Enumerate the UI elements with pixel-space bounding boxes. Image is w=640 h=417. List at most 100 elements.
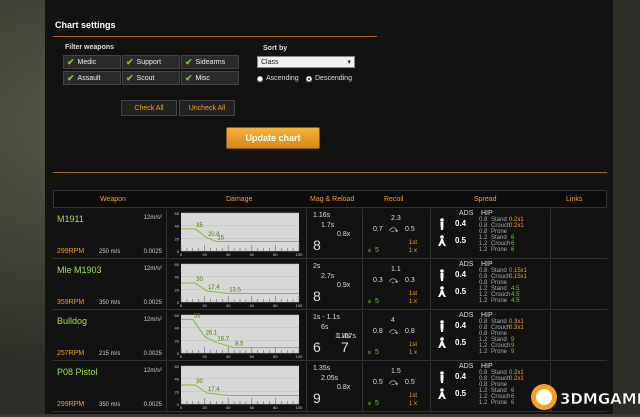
- recoil-left: 0.3: [373, 277, 383, 284]
- radio-descending[interactable]: Descending: [306, 75, 352, 82]
- spread-hip-row-extra: 4.5: [511, 298, 520, 304]
- recoil-first: 1st: [409, 240, 418, 246]
- recoil-arrows-icon: ⤼: [389, 224, 399, 234]
- chart-y-tick-label: 20: [175, 236, 180, 241]
- magazine-rounds: 8: [313, 288, 321, 304]
- spread-ads-value: 0.4: [455, 372, 467, 381]
- svg-text:3DMGAME: 3DMGAME: [560, 390, 640, 408]
- links-cell: [551, 311, 607, 361]
- recoil-right: 0.5: [405, 379, 415, 386]
- recoil-left: 0.5: [373, 379, 383, 386]
- chart-y-tick-label: 40: [175, 275, 180, 280]
- spread-hip-value: 0.5: [455, 389, 467, 398]
- chart-x-tick-label: 0: [180, 303, 183, 308]
- spread-cell: ADS HIP 0.4 0.5 0.8 Stand 0.3x1 0.8 Crouch 0.3x1 0…: [431, 311, 551, 361]
- links-cell: [551, 260, 607, 310]
- spread-hip-row-extra: 6: [511, 247, 515, 253]
- check-all-button[interactable]: Check All: [121, 100, 177, 116]
- table-row: M1911 12m/s² 299RPM 250 m/s 0.0025 60 40 20 0 0 20…: [53, 209, 607, 259]
- recoil-count: 5: [375, 400, 379, 407]
- recoil-vertical: 4: [391, 317, 395, 324]
- reload-time-1: 1.16s: [313, 212, 331, 219]
- weapon-velocity: 215 m/s: [99, 351, 121, 357]
- recoil-left: 0.8: [373, 328, 383, 335]
- damage-cell: 60 40 20 0 0 20 40 60 80 100 30 17.4: [167, 362, 307, 412]
- spread-hip-value: 0.5: [455, 236, 467, 245]
- mag-cell: 1.16s 1.7s 0.8x 8: [307, 209, 363, 259]
- recoil-count: 5: [375, 298, 379, 305]
- reload-multiplier: 0.9x: [337, 282, 351, 289]
- filter-label-text: Assault: [77, 74, 101, 82]
- filter-label-text: Sidearms: [195, 58, 226, 66]
- spread-hip-row-stance: Prone: [491, 298, 508, 304]
- table-row: Bulldog 12m/s² 257RPM 215 m/s 0.0025 60 40 20 0 0…: [53, 311, 607, 361]
- table-row: P08 Pistol 12m/s² 299RPM 350 m/s 0.0025 60 40 2…: [53, 362, 607, 412]
- sort-select[interactable]: Class ▾: [257, 56, 355, 68]
- chart-y-tick-label: 40: [175, 377, 180, 382]
- table-row: Mle M1903 12m/s² 359RPM 350 m/s 0.0025 60 40 20…: [53, 260, 607, 310]
- weapon-speed: 12m/s²: [143, 266, 162, 272]
- checkmark-icon: ✔: [67, 72, 75, 83]
- radio-ascending[interactable]: Ascending: [257, 75, 299, 82]
- weapon-name[interactable]: Mle M1903: [57, 265, 102, 275]
- filter-label-text: Support: [136, 58, 162, 66]
- header-weapon: Weapon: [100, 196, 126, 203]
- weapon-rpm: 299RPM: [57, 248, 85, 255]
- chart-y-tick-label: 20: [175, 338, 180, 343]
- weapon-cell: P08 Pistol 12m/s² 299RPM 350 m/s 0.0025: [53, 362, 167, 412]
- damage-value-label: 17.4: [208, 387, 220, 393]
- recoil-first: 1st: [409, 291, 418, 297]
- weapon-name[interactable]: M1911: [57, 214, 84, 224]
- recoil-vertical: 1.1: [391, 266, 401, 273]
- standing-person-icon: [440, 320, 444, 332]
- recoil-multiplier: 1 x: [409, 248, 418, 254]
- weapon-name[interactable]: P08 Pistol: [57, 367, 98, 377]
- filter-checkbox[interactable]: ✔ Scout: [122, 71, 180, 85]
- filter-checkbox[interactable]: ✔ Medic: [63, 55, 121, 69]
- chart-x-tick-label: 40: [226, 405, 231, 410]
- table-divider: [53, 172, 607, 173]
- settings-title: Chart settings: [55, 20, 116, 30]
- weapon-rpm: 299RPM: [57, 401, 85, 408]
- spread-cell: ADS HIP 0.4 0.5 0.8 Stand 0.15x1 0.8 Crouch 0.15x…: [431, 260, 551, 310]
- filter-checkbox[interactable]: ✔ Misc: [181, 71, 239, 85]
- chevron-down-icon: »: [365, 350, 373, 355]
- recoil-multiplier: 1 x: [409, 350, 418, 356]
- running-person-icon: [438, 286, 446, 297]
- magazine-spare: 7: [341, 339, 349, 355]
- chart-y-tick-label: 20: [175, 389, 180, 394]
- spread-ads-row-extra: 0.3x1: [509, 325, 524, 331]
- recoil-right: 0.8: [405, 328, 415, 335]
- standing-person-icon: [440, 218, 444, 230]
- damage-value-label: 26.1: [206, 330, 218, 336]
- filter-label-text: Medic: [77, 58, 97, 66]
- weapon-drag: 0.0025: [143, 300, 162, 306]
- filter-checkbox[interactable]: ✔ Assault: [63, 71, 121, 85]
- weapon-rpm: 257RPM: [57, 350, 85, 357]
- weapon-rpm: 359RPM: [57, 299, 85, 306]
- damage-chart: 60402000 20 40 60 80 1003017.4: [175, 364, 304, 410]
- mag-cell: 1s - 1.1s 6s 1.4s 1.167s 6 7: [307, 311, 363, 361]
- spread-hip-row-value: 1.2: [479, 349, 488, 355]
- spread-hip-row-stance: Prone: [491, 247, 508, 253]
- chart-plot-area: [181, 264, 299, 302]
- sort-label: Sort by: [263, 45, 288, 52]
- reload-time-1: 1.35s: [313, 365, 331, 372]
- weapon-name[interactable]: Bulldog: [57, 316, 87, 326]
- chart-x-tick-label: 40: [226, 252, 231, 257]
- update-chart-button[interactable]: Update chart: [226, 127, 320, 149]
- damage-value-label: 16.7: [217, 336, 229, 342]
- uncheck-all-button[interactable]: Uncheck All: [179, 100, 235, 116]
- spread-ads-row-extra: 0.2x1: [509, 376, 524, 382]
- magazine-rounds: 8: [313, 237, 321, 253]
- weapon-velocity: 350 m/s: [99, 402, 121, 408]
- links-cell: [551, 209, 607, 259]
- weapon-cell: M1911 12m/s² 299RPM 250 m/s 0.0025: [53, 209, 167, 259]
- spread-ads-label: ADS: [459, 312, 474, 319]
- mag-cell: 2s 2.7s 0.9x 8: [307, 260, 363, 310]
- reload-multiplier: 0.8x: [337, 231, 351, 238]
- filter-checkbox[interactable]: ✔ Support: [122, 55, 180, 69]
- recoil-arrows-icon: ⤼: [389, 275, 399, 285]
- spread-hip-row-value: 1.2: [479, 400, 488, 406]
- filter-checkbox[interactable]: ✔ Sidearms: [181, 55, 239, 69]
